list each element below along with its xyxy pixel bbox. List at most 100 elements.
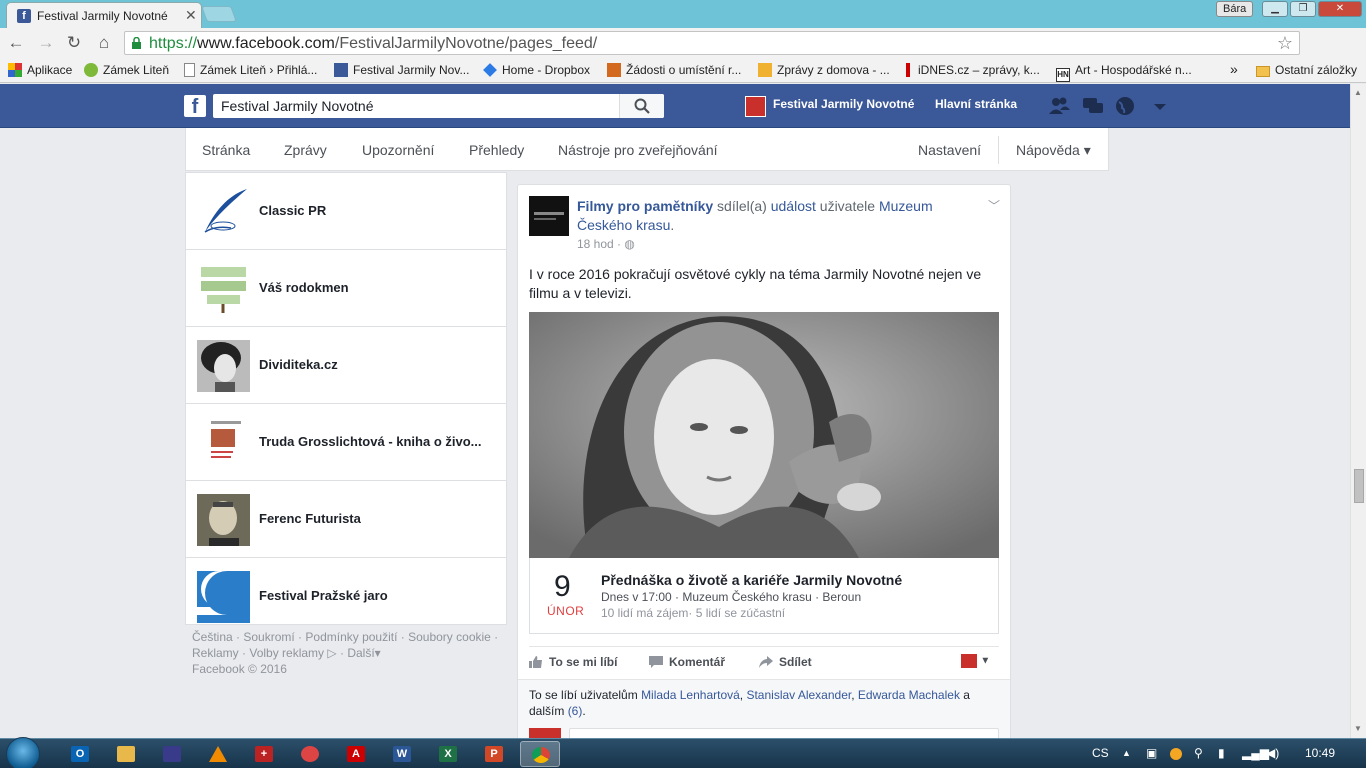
bookmark-festival[interactable]: Festival Jarmily Nov... — [334, 63, 469, 77]
share-button[interactable]: Sdílet — [759, 655, 812, 669]
post-author-link[interactable]: Filmy pro pamětníky — [577, 198, 713, 214]
liker-link[interactable]: Edwarda Machalek — [858, 688, 960, 702]
taskbar-excel[interactable]: X — [428, 741, 468, 767]
reload-icon[interactable]: ↻ — [64, 33, 84, 53]
footer-link-cestina[interactable]: Čeština — [192, 630, 233, 644]
language-indicator[interactable]: CS — [1092, 746, 1109, 760]
notifications-globe-icon[interactable] — [1114, 96, 1136, 116]
tray-app-icon[interactable] — [1170, 748, 1182, 760]
event-card[interactable]: 9 ÚNOR Přednáška o životě a kariéře Jarm… — [529, 558, 999, 634]
page-scrollbar[interactable]: ▲ ▼ — [1350, 84, 1366, 738]
event-cover-photo[interactable] — [529, 312, 999, 558]
scroll-down-icon[interactable]: ▼ — [1354, 724, 1362, 733]
tray-expand-icon[interactable]: ▲ — [1122, 748, 1131, 758]
tray-network-icon[interactable]: ▣ — [1146, 746, 1157, 760]
minimize-icon[interactable]: ▁ — [1262, 1, 1288, 17]
tray-signal-icon[interactable]: ▂▄▆ — [1242, 746, 1269, 760]
list-item[interactable]: Váš rodokmen — [186, 250, 506, 327]
post-event-link[interactable]: událost — [771, 198, 816, 214]
taskbar-acrobat[interactable]: A — [336, 741, 376, 767]
taskbar-vlc[interactable] — [198, 741, 238, 767]
facebook-logo-icon[interactable]: f — [184, 95, 206, 117]
friend-requests-icon[interactable] — [1048, 96, 1070, 116]
back-icon[interactable]: ← — [6, 33, 26, 53]
footer-link-volby-reklamy[interactable]: Volby reklamy — [249, 646, 324, 660]
post-timestamp[interactable]: 18 hod · ◍ — [577, 237, 635, 251]
home-icon[interactable]: ⌂ — [94, 33, 114, 53]
home-link[interactable]: Hlavní stránka — [935, 97, 1017, 111]
bookmark-apps[interactable]: Aplikace — [8, 63, 72, 77]
word-icon: W — [393, 746, 411, 762]
footer-link-reklamy[interactable]: Reklamy — [192, 646, 239, 660]
event-title[interactable]: Přednáška o životě a kariéře Jarmily Nov… — [601, 572, 902, 588]
new-tab-button[interactable] — [201, 6, 237, 22]
bookmark-idnes[interactable]: iDNES.cz – zprávy, k... — [906, 63, 1040, 77]
browser-tab-active[interactable]: f Festival Jarmily Novotné ✕ — [6, 2, 202, 28]
tray-volume-icon[interactable]: ◀) — [1266, 746, 1279, 760]
page-avatar[interactable] — [745, 96, 766, 117]
bookmark-dropbox[interactable]: Home - Dropbox — [483, 63, 590, 77]
bookmark-zamek-liten-login[interactable]: Zámek Liteň › Přihlá... — [184, 63, 317, 77]
list-item[interactable]: Truda Grosslichtová - kniha o živo... — [186, 404, 506, 481]
post-author-avatar[interactable] — [529, 196, 569, 236]
footer-link-cookies[interactable]: Soubory cookie — [408, 630, 491, 644]
taskbar-word[interactable]: W — [382, 741, 422, 767]
tab-close-icon[interactable]: ✕ — [185, 7, 197, 24]
liker-link[interactable]: Milada Lenhartová — [641, 688, 740, 702]
search-input[interactable] — [213, 94, 618, 118]
other-bookmarks[interactable]: Ostatní záložky — [1256, 63, 1357, 77]
start-button[interactable] — [6, 737, 40, 768]
taskbar-app-red[interactable]: + — [244, 741, 284, 767]
tab-upozorneni[interactable]: Upozornění — [362, 142, 434, 158]
post-text: I v roce 2016 pokračují osvětové cykly n… — [529, 266, 982, 301]
window-close-icon[interactable]: ✕ — [1318, 1, 1362, 17]
tab-stranka[interactable]: Stránka — [202, 142, 250, 158]
taskbar-chrome[interactable] — [520, 741, 560, 767]
list-item[interactable]: Ferenc Futurista — [186, 481, 506, 558]
liker-link[interactable]: Stanislav Alexander — [746, 688, 851, 702]
scroll-up-icon[interactable]: ▲ — [1354, 88, 1362, 97]
profile-user-chip[interactable]: Bára — [1216, 1, 1254, 17]
list-item[interactable]: Classic PR — [186, 173, 506, 250]
taskbar-app-round[interactable] — [290, 741, 330, 767]
bookmark-hn-art[interactable]: HN Art - Hospodářské n... — [1056, 63, 1192, 82]
taskbar-explorer[interactable] — [106, 741, 146, 767]
taskbar-save[interactable] — [152, 741, 192, 767]
taskbar-outlook[interactable]: O — [60, 741, 100, 767]
messages-icon[interactable] — [1082, 96, 1104, 116]
public-globe-icon: ◍ — [624, 237, 635, 251]
list-item[interactable]: Dividiteka.cz — [186, 327, 506, 404]
clock[interactable]: 10:49 — [1305, 746, 1335, 760]
bookmark-zadosti[interactable]: Žádosti o umístění r... — [607, 63, 741, 77]
bookmark-zpravy[interactable]: Zprávy z domova - ... — [758, 63, 890, 77]
tray-battery-icon[interactable]: ▮ — [1218, 746, 1225, 760]
bookmarks-more-icon[interactable]: » — [1230, 61, 1238, 77]
tab-nastroje[interactable]: Nástroje pro zveřejňování — [558, 142, 718, 158]
header-page-name[interactable]: Festival Jarmily Novotné — [773, 97, 914, 111]
footer-link-soukromi[interactable]: Soukromí — [243, 630, 294, 644]
tab-prehledy[interactable]: Přehledy — [469, 142, 524, 158]
post-as-page-selector[interactable]: ▼ — [961, 653, 990, 668]
tab-zpravy[interactable]: Zprávy — [284, 142, 327, 158]
comment-button[interactable]: Komentář — [649, 655, 725, 669]
tab-nastaveni[interactable]: Nastavení — [918, 142, 981, 158]
url-field[interactable]: https://www.facebook.com/FestivalJarmily… — [124, 31, 1300, 55]
search-button[interactable] — [619, 94, 664, 118]
tab-napoveda[interactable]: Nápověda ▾ — [1016, 142, 1091, 159]
footer-link-podminky[interactable]: Podmínky použití — [305, 630, 397, 644]
like-button[interactable]: To se mi líbí — [529, 655, 617, 669]
bookmark-zamek-liten[interactable]: Zámek Liteň — [84, 63, 169, 77]
taskbar-powerpoint[interactable]: P — [474, 741, 514, 767]
scrollbar-thumb[interactable] — [1354, 469, 1364, 503]
likes-more-count-link[interactable]: (6) — [568, 704, 583, 718]
bookmark-star-icon[interactable]: ☆ — [1277, 33, 1293, 54]
post-options-chevron-icon[interactable]: ﹀ — [988, 197, 1000, 214]
footer-link-dalsi[interactable]: Další — [347, 646, 374, 660]
bookmarks-bar: Aplikace Zámek Liteň Zámek Liteň › Přihl… — [0, 58, 1366, 83]
tray-antenna-icon[interactable]: ⚲ — [1194, 746, 1203, 760]
forward-icon[interactable]: → — [36, 33, 56, 53]
list-item[interactable]: Festival Pražské jaro — [186, 558, 506, 635]
maximize-icon[interactable]: ❐ — [1290, 1, 1316, 17]
windows-taskbar: O + A W X P CS ▲ ▣ ⚲ ▮ ▂▄▆ ◀) 10:49 — [0, 737, 1366, 768]
account-menu-chevron-icon[interactable] — [1152, 96, 1168, 116]
